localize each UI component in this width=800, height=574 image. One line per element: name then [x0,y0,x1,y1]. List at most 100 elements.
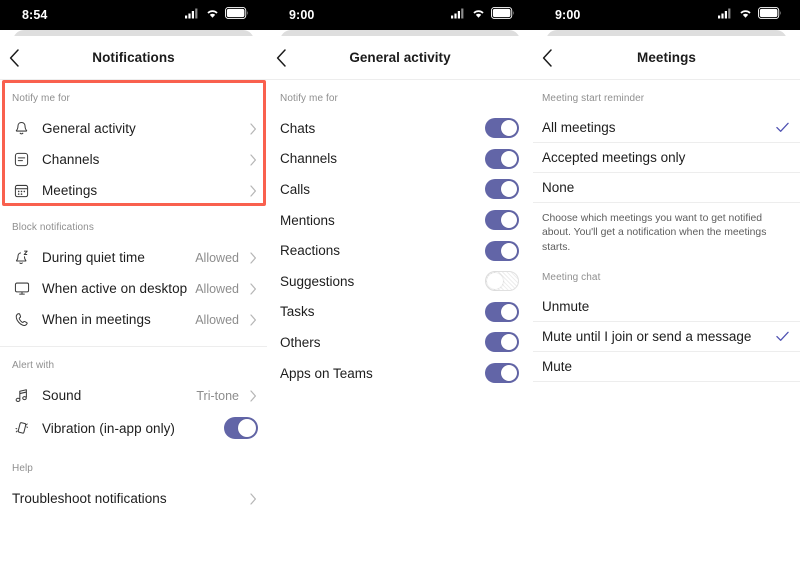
toggle-row-chats[interactable]: Chats [267,113,533,144]
apps-on-teams-toggle[interactable] [485,363,519,384]
others-toggle[interactable] [485,332,519,353]
chevron-right-icon [248,389,258,402]
toggle-row-apps-on-teams[interactable]: Apps on Teams [267,358,533,389]
row-label: Reactions [280,243,341,259]
bell-quiet-icon [12,250,42,266]
nav-bar: Notifications [0,36,267,80]
page-title: Notifications [92,50,175,65]
row-label: Vibration (in-app only) [42,420,175,436]
suggestions-toggle[interactable] [485,271,519,292]
monitor-icon [12,281,42,296]
option-mute-until-join[interactable]: Mute until I join or send a message [533,322,800,353]
toggle-row-channels[interactable]: Channels [267,144,533,175]
wifi-icon [738,6,753,24]
row-value: Allowed [195,250,239,265]
toggle-row-calls[interactable]: Calls [267,174,533,205]
row-value: Allowed [195,312,239,327]
three-phone-screenshots: 8:54 Notifications Notify me for General… [0,0,800,574]
toggle-knob [501,120,517,137]
row-general-activity[interactable]: General activity [0,113,267,144]
settings-sheet: Notifications Notify me for General acti… [0,36,267,574]
settings-list: Notify me for General activity Channels [0,80,267,514]
phone-screen-meetings: 9:00 Meetings Meeting start reminder All… [533,0,800,574]
reactions-toggle[interactable] [485,240,519,261]
row-value: Tri-tone [196,388,239,403]
row-when-in-meetings[interactable]: When in meetings Allowed [0,304,267,335]
toggle-row-suggestions[interactable]: Suggestions [267,266,533,297]
chats-toggle[interactable] [485,118,519,139]
section-header-meeting-chat: Meeting chat [542,272,601,284]
toggle-knob [501,365,517,382]
toggle-knob [501,242,517,259]
row-label: When in meetings [42,312,151,327]
option-all-meetings[interactable]: All meetings [533,113,800,143]
settings-list: Notify me for Chats Channels Calls Menti… [267,80,533,388]
row-label: Mentions [280,212,335,228]
section-header-help: Help [12,463,33,474]
option-label: None [542,180,575,195]
row-vibration[interactable]: Vibration (in-app only) [0,411,267,445]
phone-screen-notifications: 8:54 Notifications Notify me for General… [0,0,267,574]
status-icon-group [185,6,249,24]
row-channels[interactable]: Channels [0,144,267,175]
row-label: Channels [280,151,338,167]
toggle-knob [501,334,517,351]
toggle-row-tasks[interactable]: Tasks [267,297,533,328]
row-label: Chats [280,120,316,136]
channels-toggle[interactable] [485,148,519,169]
row-troubleshoot-notifications[interactable]: Troubleshoot notifications [0,483,267,514]
status-bar: 9:00 [533,0,800,30]
toggle-row-reactions[interactable]: Reactions [267,235,533,266]
row-label: Calls [280,181,311,197]
status-icon-group [451,6,515,24]
toggle-knob [501,303,517,320]
battery-icon [758,6,782,24]
section-header-meeting-start-reminder: Meeting start reminder [542,93,645,104]
chevron-right-icon [248,492,258,505]
option-none[interactable]: None [533,173,800,203]
phone-screen-general-activity: 9:00 General activity Notify me for Chat… [267,0,533,574]
row-when-active-on-desktop[interactable]: When active on desktop Allowed [0,273,267,304]
back-chevron-icon[interactable] [276,36,306,79]
row-label: Suggestions [280,273,355,289]
vibration-toggle[interactable] [224,417,258,439]
option-label: Accepted meetings only [542,150,686,165]
meeting-reminder-help-text: Choose which meetings you want to get no… [542,213,767,253]
checkmark-icon [776,121,789,135]
chevron-right-icon [248,313,258,326]
option-label: Unmute [542,299,590,315]
option-label: Mute until I join or send a message [542,329,752,345]
cellular-icon [451,6,466,24]
tasks-toggle[interactable] [485,301,519,322]
status-clock: 8:54 [22,8,48,22]
row-label: During quiet time [42,250,145,265]
status-clock: 9:00 [555,8,581,22]
back-chevron-icon[interactable] [542,36,572,79]
cellular-icon [718,6,733,24]
toggle-row-others[interactable]: Others [267,327,533,358]
phone-icon [12,312,42,328]
toggle-knob [501,150,517,167]
section-header-alert-with: Alert with [12,360,55,371]
row-sound[interactable]: Sound Tri-tone [0,380,267,411]
toggle-knob [501,212,517,229]
option-accepted-meetings-only[interactable]: Accepted meetings only [533,143,800,173]
checkmark-icon [776,330,789,344]
option-unmute[interactable]: Unmute [533,292,800,323]
nav-bar: Meetings [533,36,800,80]
back-chevron-icon[interactable] [9,36,39,79]
section-header-notify-me-for: Notify me for [280,93,338,104]
bell-icon [12,121,42,137]
row-label: General activity [42,121,136,136]
calls-toggle[interactable] [485,179,519,200]
section-header-block-notifications: Block notifications [12,222,94,233]
chevron-right-icon [248,122,258,135]
row-meetings[interactable]: Meetings [0,175,267,206]
row-during-quiet-time[interactable]: During quiet time Allowed [0,242,267,273]
mentions-toggle[interactable] [485,210,519,231]
nav-bar: General activity [267,36,533,80]
toggle-row-mentions[interactable]: Mentions [267,205,533,236]
section-header-notify-me-for: Notify me for [12,93,70,104]
option-mute[interactable]: Mute [533,352,800,383]
chevron-right-icon [248,184,258,197]
